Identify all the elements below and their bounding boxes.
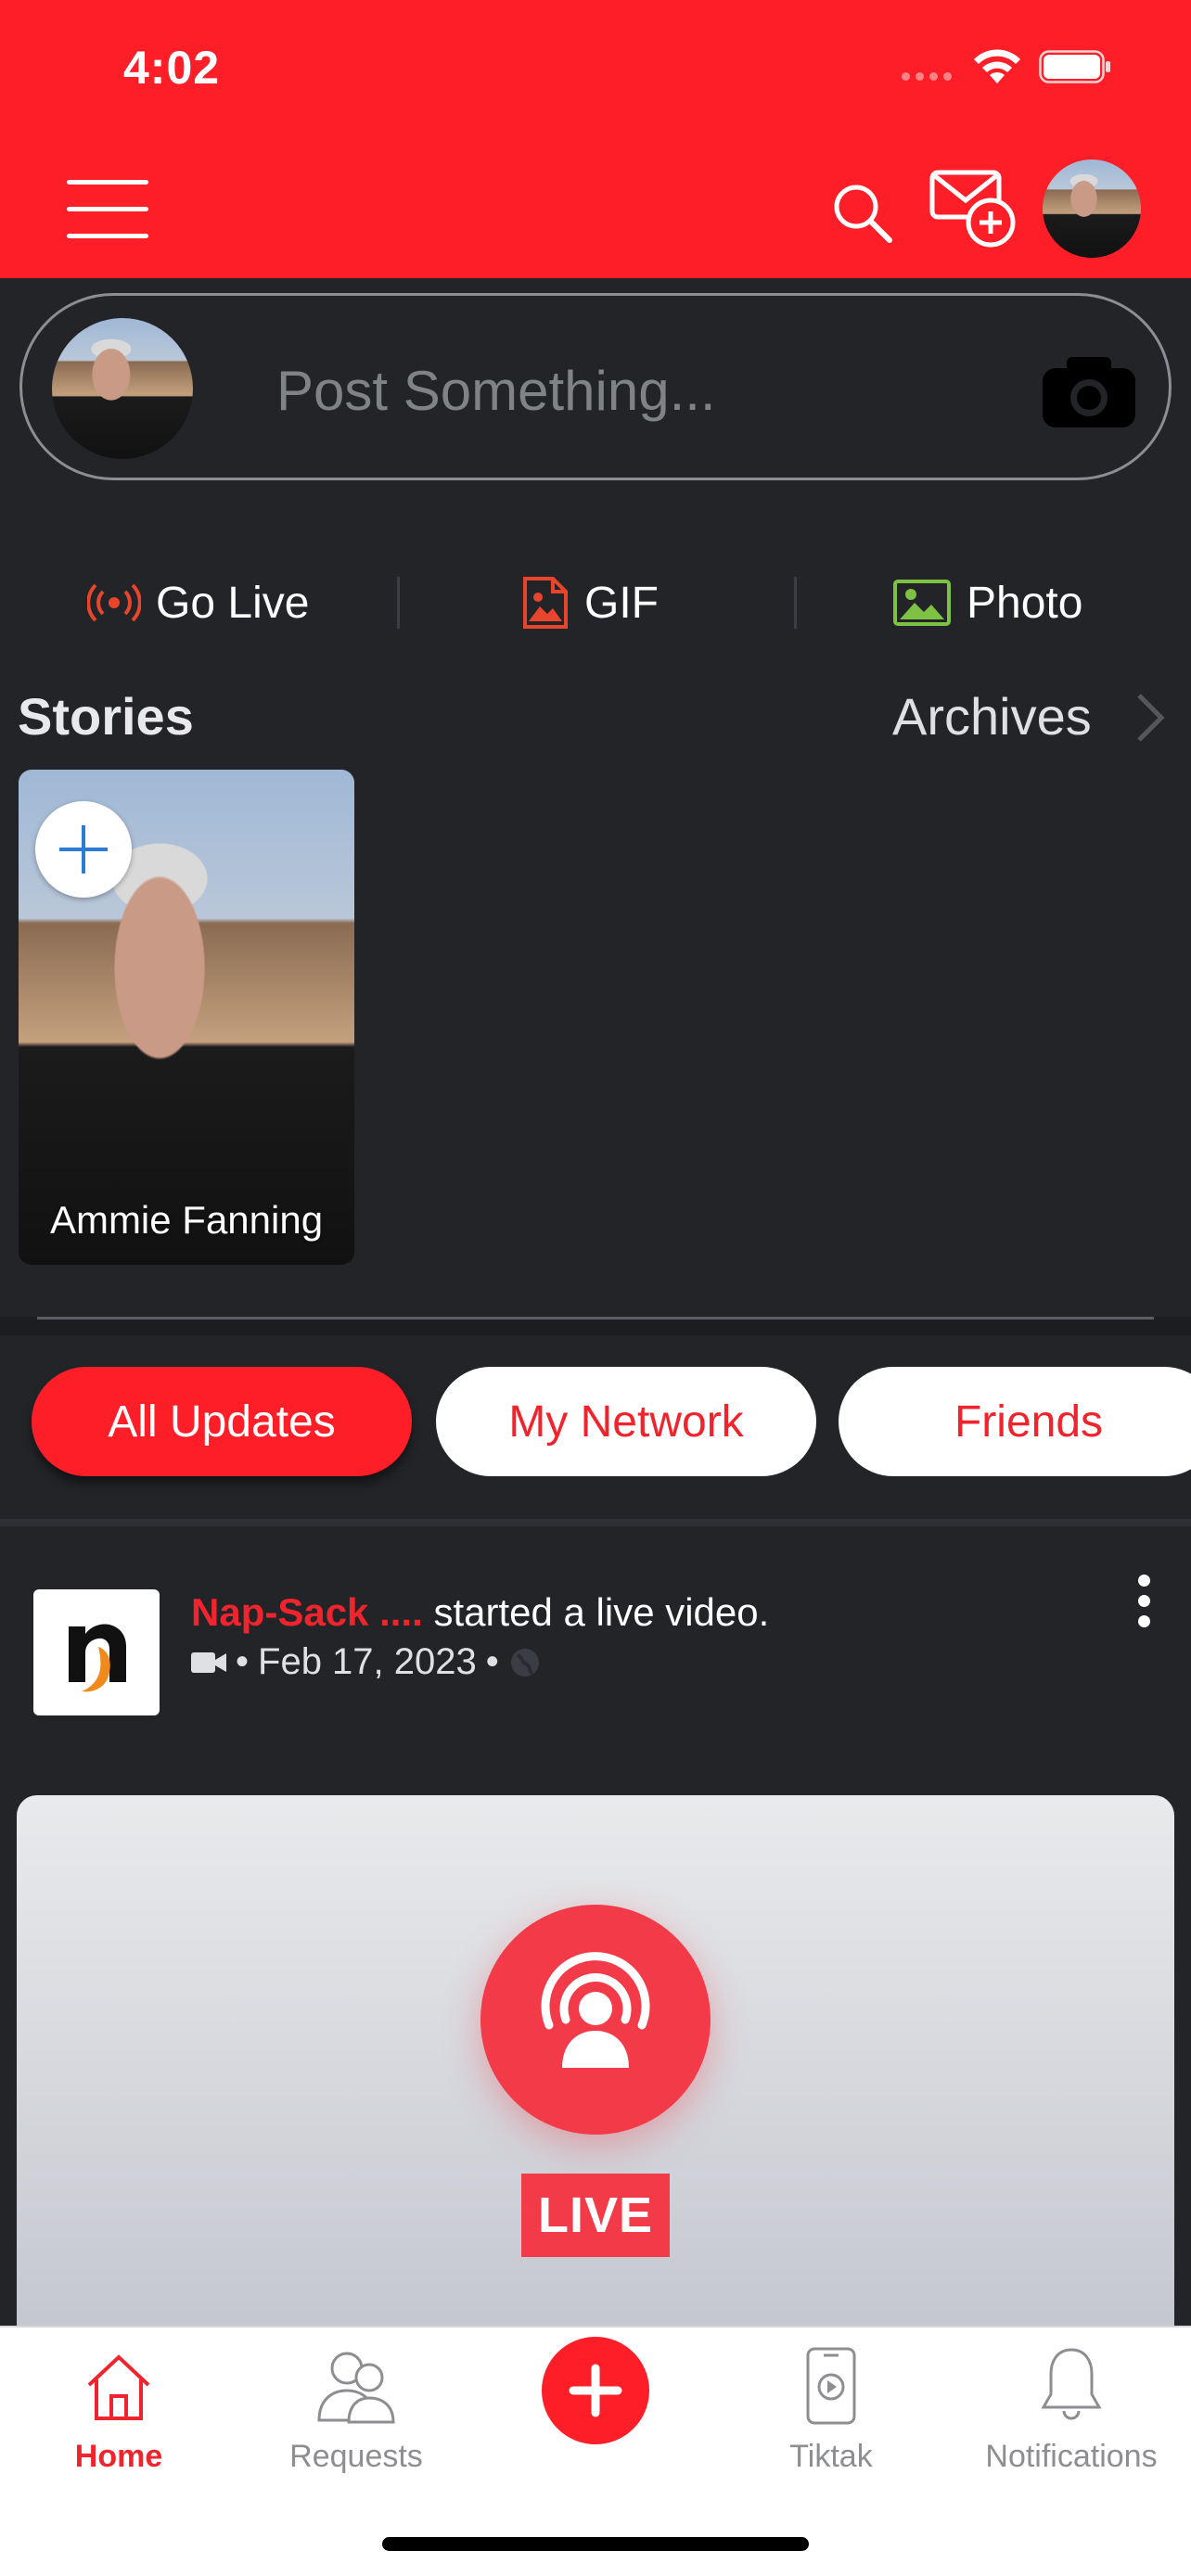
nav-notifications[interactable]: Notifications	[965, 2327, 1178, 2504]
photo-button[interactable]: Photo	[892, 571, 1082, 634]
globe-icon	[510, 1648, 539, 1677]
home-icon	[87, 2354, 150, 2420]
profile-avatar[interactable]	[1043, 159, 1141, 258]
broadcast-icon	[87, 583, 141, 622]
mail-plus-icon[interactable]	[929, 163, 1017, 250]
app-header: 4:02	[0, 0, 1191, 278]
nav-home-label: Home	[74, 2439, 163, 2474]
post-action-text: started a live video.	[433, 1590, 770, 1634]
add-story-button[interactable]	[35, 801, 132, 898]
camera-icon[interactable]	[1039, 351, 1139, 431]
phone-play-icon	[806, 2347, 856, 2425]
tab-all-updates[interactable]: All Updates	[32, 1367, 412, 1476]
nav-requests-label: Requests	[289, 2439, 423, 2474]
post-author-link[interactable]: Nap-Sack ....	[191, 1590, 423, 1634]
photo-icon	[893, 580, 951, 626]
chevron-right-icon[interactable]	[1130, 690, 1167, 746]
meta-separator: •	[236, 1641, 250, 1682]
divider	[0, 1519, 1191, 1526]
tab-friends[interactable]: Friends	[839, 1367, 1191, 1476]
search-icon[interactable]	[830, 181, 895, 246]
post-composer[interactable]: Post Something...	[19, 293, 1172, 480]
cellular-signal-icon	[902, 72, 952, 81]
divider	[794, 577, 797, 629]
composer-avatar	[52, 318, 193, 459]
archives-link[interactable]: Archives	[892, 686, 1092, 746]
home-indicator[interactable]	[382, 2537, 809, 2551]
post-author-logo[interactable]	[33, 1589, 160, 1715]
video-camera-icon	[191, 1651, 226, 1673]
story-name: Ammie Fanning	[49, 1198, 324, 1242]
create-post-button[interactable]	[542, 2337, 649, 2444]
nav-tiktak[interactable]: Tiktak	[738, 2327, 924, 2504]
live-broadcast-button[interactable]	[480, 1905, 711, 2135]
nav-home[interactable]: Home	[26, 2327, 211, 2504]
go-live-label: Go Live	[156, 578, 310, 628]
users-icon	[317, 2352, 395, 2424]
gif-button[interactable]: GIF	[521, 571, 659, 634]
live-person-icon	[541, 1952, 650, 2068]
post-date: Feb 17, 2023	[258, 1641, 477, 1682]
brand-logo-icon	[69, 1624, 126, 1692]
nav-notifications-label: Notifications	[985, 2439, 1158, 2474]
status-time: 4:02	[123, 42, 221, 94]
quick-actions-bar: Go Live GIF Photo	[0, 556, 1191, 649]
plus-icon	[59, 825, 108, 874]
post-headline: Nap-Sack .... started a live video.	[191, 1590, 769, 1635]
composer-placeholder[interactable]: Post Something...	[276, 359, 716, 423]
gif-image-icon	[523, 577, 568, 629]
section-divider	[0, 1317, 1191, 1335]
stories-title: Stories	[18, 687, 194, 746]
tab-my-network[interactable]: My Network	[436, 1367, 816, 1476]
bell-icon	[1041, 2348, 1102, 2420]
divider	[397, 577, 400, 629]
nav-requests[interactable]: Requests	[263, 2327, 449, 2504]
go-live-button[interactable]: Go Live	[87, 571, 309, 634]
meta-separator: •	[485, 1641, 499, 1682]
wifi-icon	[974, 49, 1020, 83]
story-card[interactable]: Ammie Fanning	[19, 770, 354, 1265]
plus-icon	[569, 2364, 622, 2417]
menu-button[interactable]	[67, 180, 148, 239]
live-video-card[interactable]: LIVE	[17, 1795, 1174, 2352]
post-meta: • Feb 17, 2023 •	[191, 1641, 542, 1683]
feed-filter-tabs: All Updates My Network Friends	[0, 1367, 1191, 1478]
photo-label: Photo	[967, 578, 1083, 628]
nav-tiktak-label: Tiktak	[789, 2439, 873, 2474]
battery-icon	[1039, 50, 1110, 83]
more-options-button[interactable]	[1130, 1575, 1158, 1636]
gif-label: GIF	[584, 578, 659, 628]
live-badge: LIVE	[521, 2174, 670, 2257]
